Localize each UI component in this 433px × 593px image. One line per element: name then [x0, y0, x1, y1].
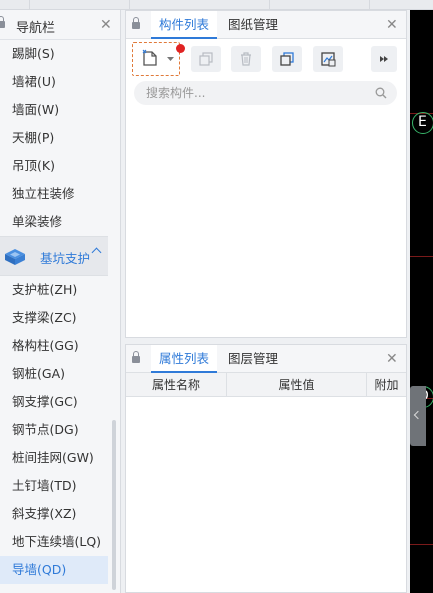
image-filter-icon	[321, 52, 336, 67]
double-chevron-right-icon	[380, 56, 388, 62]
nav-item-steel-pile[interactable]: 钢桩(GA)	[0, 360, 108, 388]
panel-collapse-handle[interactable]	[410, 386, 426, 446]
layer-copy-icon	[280, 52, 294, 66]
column-header-property-name[interactable]: 属性名称	[126, 373, 227, 397]
lock-icon[interactable]	[132, 351, 140, 363]
tab-drawing-management[interactable]: 图纸管理	[220, 11, 286, 39]
chevron-left-icon	[413, 410, 423, 420]
navigator-header: 导航栏 ✕	[0, 10, 120, 40]
nav-item-support-pile[interactable]: 支护桩(ZH)	[0, 276, 108, 304]
search-input[interactable]	[146, 84, 366, 102]
column-header-property-value[interactable]: 属性值	[227, 373, 367, 397]
grid-line	[410, 544, 433, 545]
nav-item-steel-joint[interactable]: 钢节点(DG)	[0, 416, 108, 444]
close-icon[interactable]: ✕	[386, 18, 398, 32]
close-icon[interactable]: ✕	[100, 18, 112, 32]
navigator-scrollbar[interactable]	[112, 420, 116, 590]
nav-item-column-finish[interactable]: 独立柱装修	[0, 180, 108, 208]
nav-item-skirting[interactable]: 踢脚(S)	[0, 40, 108, 68]
dropdown-arrow-icon[interactable]	[167, 57, 174, 62]
new-component-button[interactable]	[132, 42, 180, 76]
property-list-panel: 属性列表 图层管理 ✕ 属性名称 属性值 附加	[125, 344, 407, 593]
chevron-up-icon[interactable]	[91, 247, 102, 258]
component-panel-tabs: 构件列表 图纸管理 ✕	[126, 11, 406, 39]
nav-item-lattice-column[interactable]: 格构柱(GG)	[0, 332, 108, 360]
property-panel-tabs: 属性列表 图层管理 ✕	[126, 345, 406, 373]
component-search[interactable]	[134, 81, 397, 105]
close-icon[interactable]: ✕	[386, 352, 398, 366]
top-strip-segment	[130, 0, 270, 10]
new-document-icon	[142, 49, 157, 66]
nav-item-diaphragm-wall[interactable]: 地下连续墙(LQ)	[0, 528, 108, 556]
notification-dot	[176, 44, 185, 53]
component-toolbar	[126, 39, 406, 76]
foundation-pit-icon	[5, 249, 25, 265]
nav-item-ceiling[interactable]: 天棚(P)	[0, 124, 108, 152]
navigator-title: 导航栏	[16, 21, 56, 36]
grid-line	[410, 256, 433, 257]
top-strip-segment	[270, 0, 370, 10]
layer-copy-button[interactable]	[272, 46, 302, 72]
nav-item-beam-finish[interactable]: 单梁装修	[0, 208, 108, 236]
drawing-canvas[interactable]: E D	[410, 10, 433, 593]
column-header-extra[interactable]: 附加	[367, 373, 406, 397]
nav-item-guide-wall[interactable]: 导墙(QD)	[0, 556, 108, 584]
axis-marker[interactable]: E	[412, 112, 433, 134]
component-list-panel: 构件列表 图纸管理 ✕	[125, 10, 407, 338]
nav-item-pile-mesh[interactable]: 桩间挂网(GW)	[0, 444, 108, 472]
nav-item-suspended-ceiling[interactable]: 吊顶(K)	[0, 152, 108, 180]
search-icon[interactable]	[375, 87, 387, 99]
top-strip-segment	[30, 0, 130, 10]
lock-icon[interactable]	[0, 16, 5, 28]
axis-marker-label: E	[418, 114, 427, 130]
nav-item-steel-strut[interactable]: 钢支撑(GC)	[0, 388, 108, 416]
more-tools-button[interactable]	[371, 46, 397, 72]
navigator-list: 踢脚(S) 墙裙(U) 墙面(W) 天棚(P) 吊顶(K) 独立柱装修 单梁装修…	[0, 40, 108, 584]
nav-item-wall-surface[interactable]: 墙面(W)	[0, 96, 108, 124]
nav-item-dado[interactable]: 墙裙(U)	[0, 68, 108, 96]
tab-layer-management[interactable]: 图层管理	[220, 345, 286, 373]
property-table-header: 属性名称 属性值 附加	[126, 373, 406, 397]
top-strip-segment	[0, 0, 30, 10]
nav-item-strut-beam[interactable]: 支撑梁(ZC)	[0, 304, 108, 332]
top-strip	[0, 0, 433, 10]
nav-group-label: 基坑支护	[40, 251, 91, 266]
delete-component-button[interactable]	[231, 46, 261, 72]
nav-item-soil-nail-wall[interactable]: 土钉墙(TD)	[0, 472, 108, 500]
copy-icon	[199, 52, 213, 66]
nav-item-inclined-strut[interactable]: 斜支撑(XZ)	[0, 500, 108, 528]
tab-property-list[interactable]: 属性列表	[151, 345, 218, 373]
filter-component-button[interactable]	[313, 46, 343, 72]
nav-group-foundation-pit-support[interactable]: 基坑支护	[0, 236, 108, 276]
trash-icon	[241, 52, 251, 66]
lock-icon[interactable]	[132, 17, 140, 29]
copy-component-button[interactable]	[191, 46, 221, 72]
tab-component-list[interactable]: 构件列表	[151, 11, 218, 39]
navigator-panel: 导航栏 ✕ 踢脚(S) 墙裙(U) 墙面(W) 天棚(P) 吊顶(K) 独立柱装…	[0, 10, 121, 593]
